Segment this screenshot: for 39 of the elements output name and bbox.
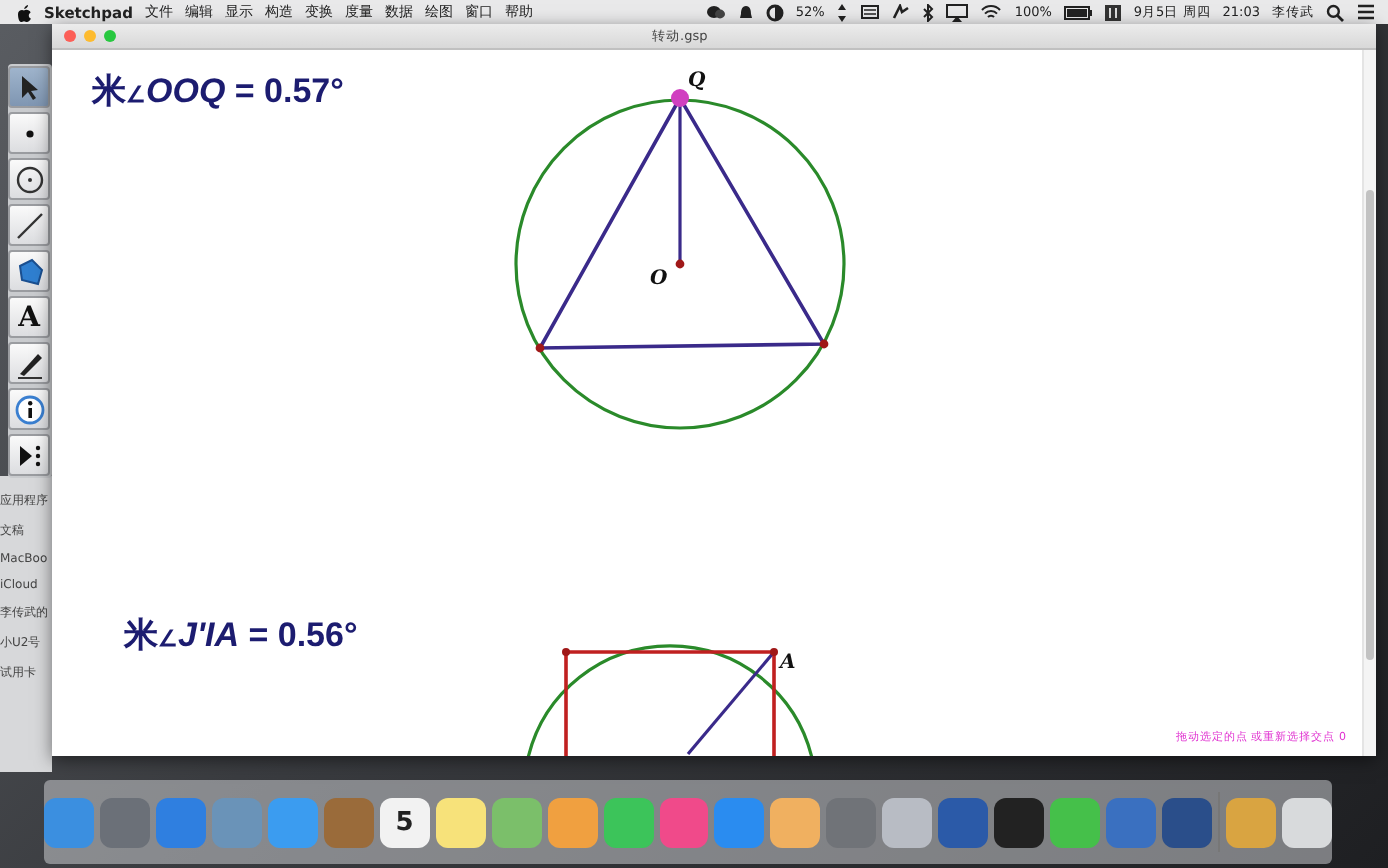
compass-icon (11, 161, 47, 197)
circle[interactable] (514, 98, 846, 430)
compass-tool[interactable] (8, 158, 50, 200)
close-button[interactable] (64, 30, 76, 42)
list-icon[interactable] (1356, 4, 1376, 20)
search-icon[interactable] (1326, 3, 1344, 21)
rectangle-drawing[interactable] (562, 648, 778, 756)
arrows-icon[interactable] (836, 3, 849, 21)
inscribed-triangle-drawing[interactable] (535, 89, 829, 353)
line-tool[interactable] (8, 204, 50, 246)
angle-measurement: 米∠J'IA = 0.56° (124, 614, 358, 658)
scroll-bar[interactable] (1362, 50, 1376, 756)
info-icon (11, 391, 47, 427)
calendar-icon[interactable]: 5 (379, 797, 430, 847)
battery-icon[interactable] (1063, 5, 1092, 19)
custom-tool[interactable] (8, 434, 50, 476)
app-icon[interactable] (435, 797, 486, 847)
point-label: O (650, 268, 668, 290)
angle-measurement: 米∠OOQ = 0.57° (92, 70, 344, 114)
point-label: Q (688, 70, 706, 92)
text-tool[interactable]: A (8, 296, 50, 338)
apple-logo-icon[interactable] (16, 3, 32, 21)
polygon-tool[interactable] (8, 250, 50, 292)
scroll-thumb[interactable] (1366, 190, 1374, 660)
wifi-icon[interactable] (980, 4, 1003, 20)
app-icon[interactable] (1282, 797, 1332, 847)
point-icon (25, 129, 33, 137)
point-tool[interactable] (8, 112, 50, 154)
marker-tool[interactable] (8, 342, 50, 384)
activity-icon[interactable] (892, 4, 911, 20)
app-icon[interactable] (994, 797, 1045, 847)
bell-icon[interactable] (737, 3, 754, 21)
arrow-tool[interactable] (8, 66, 50, 108)
point-label: A (780, 652, 796, 674)
info-tool[interactable] (8, 388, 50, 430)
bluetooth-icon[interactable] (922, 3, 935, 21)
chat-bubbles-icon[interactable] (705, 4, 726, 20)
half-circle-icon[interactable] (765, 3, 784, 21)
display-icon[interactable] (946, 3, 969, 21)
